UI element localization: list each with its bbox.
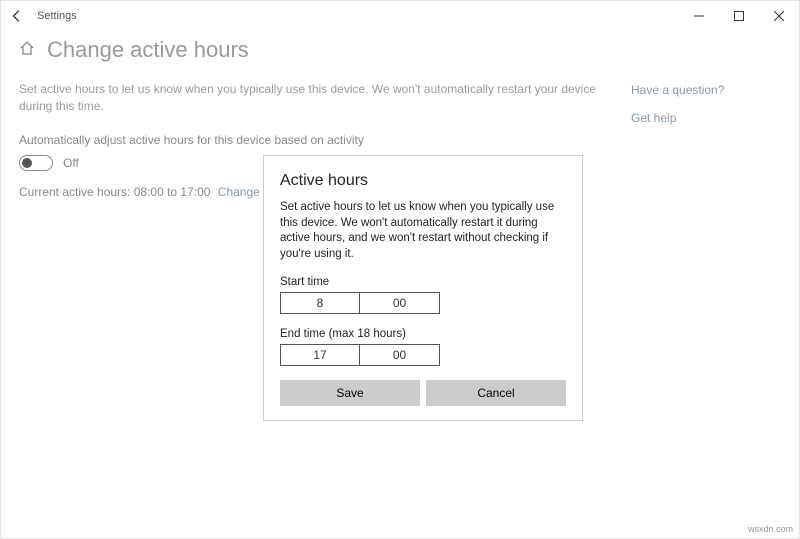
dialog-title: Active hours — [280, 172, 566, 190]
page-description: Set active hours to let us know when you… — [19, 81, 601, 115]
dialog-button-row: Save Cancel — [280, 380, 566, 406]
end-minute-field[interactable]: 00 — [360, 344, 440, 366]
home-icon[interactable] — [19, 40, 35, 61]
end-time-picker: 17 00 — [280, 344, 566, 366]
maximize-icon — [734, 11, 744, 21]
window-controls — [679, 1, 799, 31]
auto-adjust-toggle[interactable] — [19, 155, 53, 171]
cancel-button[interactable]: Cancel — [426, 380, 566, 406]
start-minute-field[interactable]: 00 — [360, 292, 440, 314]
sidebar: Have a question? Get help — [631, 81, 781, 199]
minimize-icon — [694, 11, 704, 21]
current-hours-value: 08:00 to 17:00 — [134, 185, 211, 199]
end-hour-field[interactable]: 17 — [280, 344, 360, 366]
have-a-question-link[interactable]: Have a question? — [631, 83, 781, 97]
titlebar: Settings — [1, 1, 799, 31]
titlebar-left: Settings — [9, 8, 77, 24]
minimize-button[interactable] — [679, 1, 719, 31]
get-help-link[interactable]: Get help — [631, 111, 781, 125]
page-header: Change active hours — [1, 31, 799, 73]
active-hours-dialog: Active hours Set active hours to let us … — [263, 155, 583, 421]
app-title: Settings — [37, 10, 77, 22]
start-time-picker: 8 00 — [280, 292, 566, 314]
watermark: wsxdn.com — [748, 524, 793, 534]
toggle-knob — [22, 158, 32, 168]
current-hours-prefix: Current active hours: — [19, 185, 134, 199]
save-button[interactable]: Save — [280, 380, 420, 406]
close-button[interactable] — [759, 1, 799, 31]
dialog-description: Set active hours to let us know when you… — [280, 200, 566, 262]
back-button[interactable] — [9, 8, 25, 24]
end-time-label: End time (max 18 hours) — [280, 328, 566, 340]
toggle-state-label: Off — [63, 156, 79, 170]
start-hour-field[interactable]: 8 — [280, 292, 360, 314]
page-title: Change active hours — [47, 37, 249, 63]
maximize-button[interactable] — [719, 1, 759, 31]
change-link[interactable]: Change — [218, 185, 260, 199]
start-time-label: Start time — [280, 276, 566, 288]
close-icon — [774, 11, 784, 21]
arrow-left-icon — [10, 9, 24, 23]
auto-adjust-label: Automatically adjust active hours for th… — [19, 133, 601, 147]
